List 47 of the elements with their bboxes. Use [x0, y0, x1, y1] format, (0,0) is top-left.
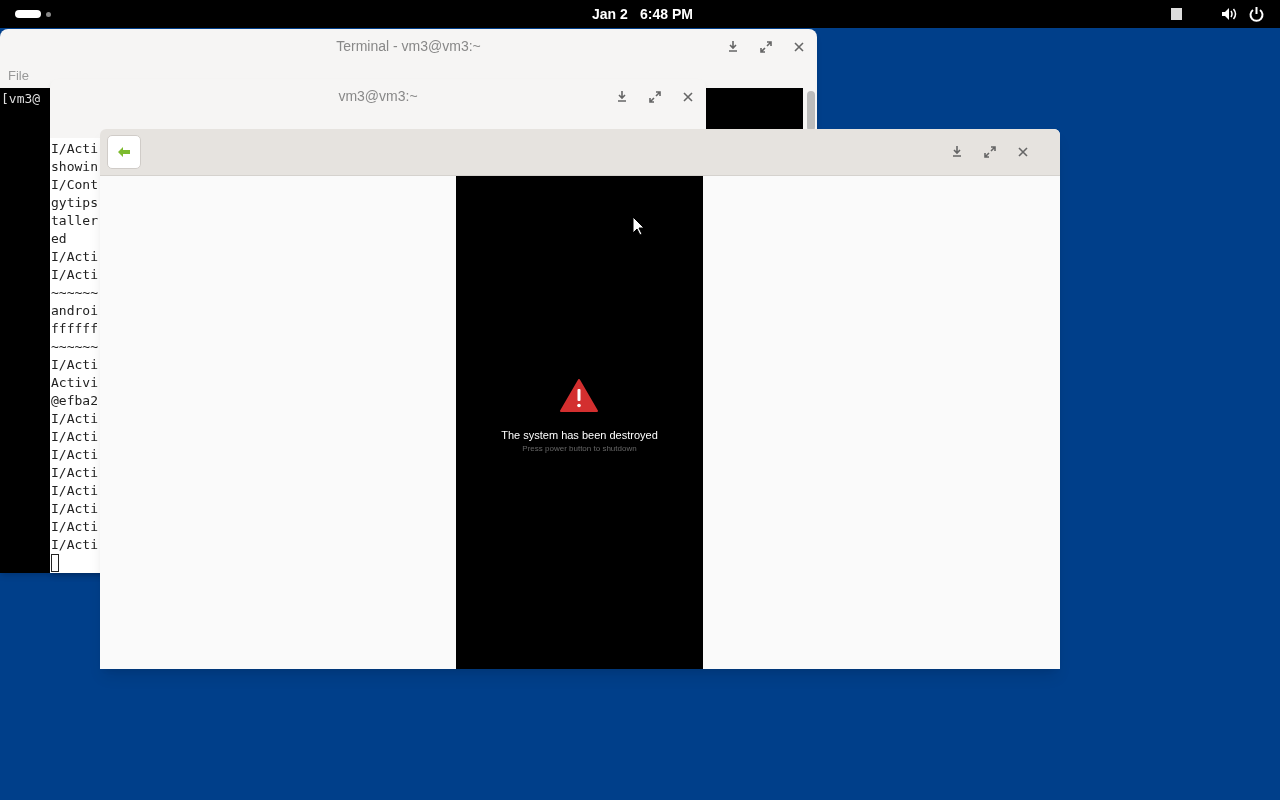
- hint-text: Press power button to shutdown: [521, 444, 638, 454]
- error-message: The system has been destroyed: [500, 428, 659, 442]
- warning-icon: [560, 379, 598, 412]
- terminal-line: I/Acti: [51, 248, 98, 266]
- terminal-line: ffffff: [51, 320, 98, 338]
- terminal-line: I/Cont: [51, 176, 98, 194]
- window-title: Terminal - vm3@vm3:~: [335, 37, 482, 55]
- power-icon[interactable]: [1249, 6, 1264, 22]
- terminal-line: I/Acti: [51, 464, 98, 482]
- terminal-line: Activi: [51, 374, 98, 392]
- terminal-line: I/Acti: [51, 428, 98, 446]
- terminal-line: gytips: [51, 194, 98, 212]
- terminal-line: I/Acti: [51, 482, 98, 500]
- terminal-line: ~~~~~~: [51, 284, 98, 302]
- terminal-line: @efba2: [51, 392, 98, 410]
- back-arrow-icon: [117, 146, 131, 158]
- window-title: vm3@vm3:~: [337, 87, 419, 105]
- terminal-line: I/Acti: [51, 140, 98, 158]
- minimize-icon[interactable]: [728, 41, 738, 52]
- terminal-line: I/Acti: [51, 500, 98, 518]
- terminal-line: I/Acti: [51, 446, 98, 464]
- clock-time[interactable]: 6:48 PM: [640, 5, 693, 23]
- activities-icon[interactable]: [15, 10, 41, 18]
- terminal-line: androi: [51, 302, 98, 320]
- terminal-line: [vm3@: [1, 90, 41, 108]
- clock-date[interactable]: Jan 2: [592, 5, 628, 23]
- close-icon[interactable]: [1018, 147, 1028, 157]
- terminal-line: ed: [51, 230, 68, 248]
- minimize-icon[interactable]: [952, 146, 962, 157]
- mouse-pointer-icon: [632, 216, 645, 236]
- terminal-line: ~~~~~~: [51, 338, 98, 356]
- maximize-icon[interactable]: [984, 146, 996, 158]
- terminal-line: taller: [51, 212, 98, 230]
- terminal-line: I/Acti: [51, 536, 98, 554]
- terminal-line: showin: [51, 158, 98, 176]
- terminal-line: I/Acti: [51, 410, 98, 428]
- volume-icon[interactable]: [1221, 7, 1238, 21]
- scrollbar-thumb[interactable]: [807, 91, 815, 131]
- terminal-line: I/Acti: [51, 356, 98, 374]
- minimize-icon[interactable]: [617, 91, 627, 102]
- terminal-line: I/Acti: [51, 518, 98, 536]
- maximize-icon[interactable]: [649, 91, 661, 103]
- close-icon[interactable]: [794, 42, 804, 52]
- maximize-icon[interactable]: [760, 41, 772, 53]
- terminal-line: I/Acti: [51, 266, 98, 284]
- close-icon[interactable]: [683, 92, 693, 102]
- text-cursor: [51, 554, 59, 572]
